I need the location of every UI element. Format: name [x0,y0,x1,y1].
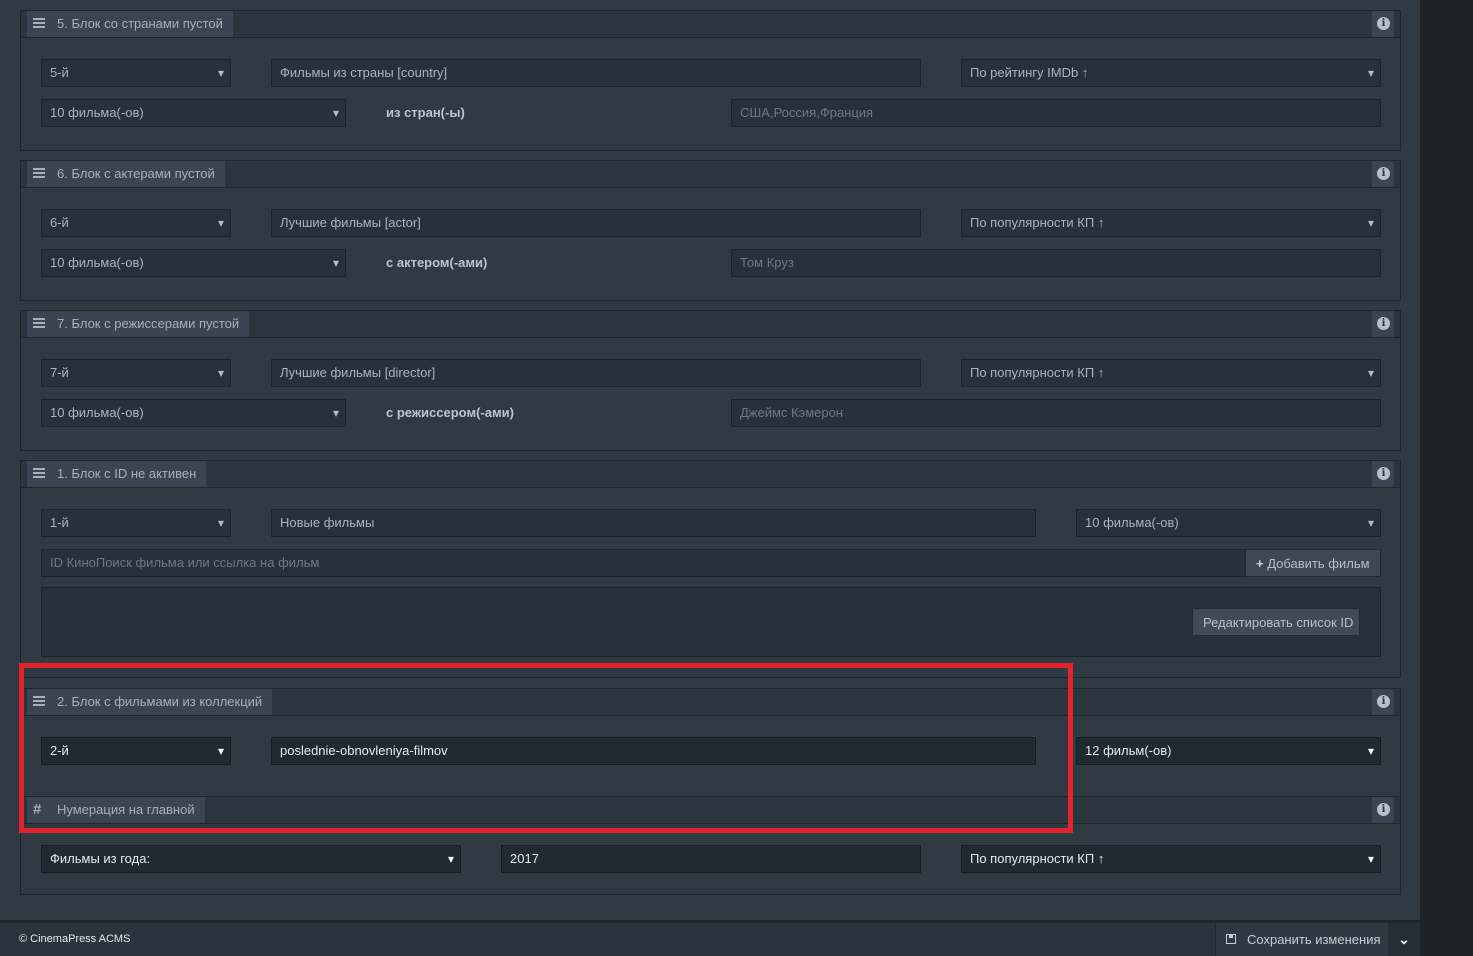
position-select[interactable]: 1-й [41,509,231,537]
panel-title-tab[interactable]: 5. Блок со странами пустой [27,11,233,37]
block-panel-directors: 7. Блок с режиссерами пустой i 7-й Лучши… [20,310,1401,451]
info-icon: i [1377,695,1390,708]
panel-title-tab[interactable]: 7. Блок с режиссерами пустой [27,311,250,337]
filter-label: из стран(-ы) [386,105,465,120]
add-film-button[interactable]: + Добавить фильм [1245,549,1381,577]
panel-header: 5. Блок со странами пустой i [21,11,1400,38]
panel-header: 6. Блок с актерами пустой i [21,161,1400,188]
filter-label: с режиссером(-ами) [386,405,514,420]
sort-select[interactable]: По популярности КП ↑ [961,359,1381,387]
id-list-area: Редактировать список ID [41,587,1381,657]
block-panel-actors: 6. Блок с актерами пустой i 6-й Лучшие ф… [20,160,1401,301]
info-button[interactable]: i [1372,11,1394,37]
info-icon: i [1377,803,1390,816]
count-select[interactable]: 10 фильма(-ов) [1076,509,1381,537]
menu-icon [33,318,45,330]
block-name-input[interactable]: Лучшие фильмы [director] [271,359,921,387]
plus-icon: + [1256,556,1264,571]
block-name-input[interactable]: Новые фильмы [271,509,1036,537]
block-panel-ids: 1. Блок с ID не активен i 1-й Новые филь… [20,460,1401,678]
count-select[interactable]: 12 фильм(-ов) [1076,737,1381,765]
info-button[interactable]: i [1372,161,1394,187]
id-input[interactable]: ID КиноПоиск фильма или ссылка на фильм [41,549,1246,577]
info-button[interactable]: i [1372,797,1394,823]
sort-select[interactable]: По рейтингу IMDb ↑ [961,59,1381,87]
copyright-text: © CinemaPress ACMS [19,933,131,945]
info-icon: i [1377,467,1390,480]
panel-title: 6. Блок с актерами пустой [57,166,215,181]
info-button[interactable]: i [1372,689,1394,715]
save-button[interactable]: Сохранить изменения [1215,923,1388,956]
position-select[interactable]: 5-й [41,59,231,87]
info-icon: i [1377,167,1390,180]
panel-title: 7. Блок с режиссерами пустой [57,316,240,331]
position-select[interactable]: 6-й [41,209,231,237]
menu-icon [33,168,45,180]
block-name-input[interactable]: Фильмы из страны [country] [271,59,921,87]
count-select[interactable]: 10 фильма(-ов) [41,399,346,427]
info-icon: i [1377,317,1390,330]
menu-icon [33,18,45,30]
edit-id-list-button[interactable]: Редактировать список ID [1192,608,1360,636]
add-film-label: Добавить фильм [1267,556,1370,571]
filter-label: с актером(-ами) [386,255,488,270]
chevron-down-icon[interactable]: ⌄ [1388,923,1420,956]
save-icon [1226,934,1236,944]
main-content: 5. Блок со странами пустой i 5-й Фильмы … [0,0,1420,920]
footer-bar: © CinemaPress ACMS Сохранить изменения ⌄ [0,922,1420,956]
panel-title: 1. Блок с ID не активен [57,466,197,481]
actors-input[interactable]: Том Круз [731,249,1381,277]
count-select[interactable]: 10 фильма(-ов) [41,249,346,277]
menu-icon [33,468,45,480]
panel-header: 1. Блок с ID не активен i [21,461,1400,488]
position-select[interactable]: 7-й [41,359,231,387]
panel-title-tab[interactable]: 6. Блок с актерами пустой [27,161,225,187]
info-button[interactable]: i [1372,311,1394,337]
info-icon: i [1377,17,1390,30]
highlight-box [19,663,1073,833]
year-input[interactable]: 2017 [501,845,921,873]
sort-select[interactable]: По популярности КП ↑ [961,845,1381,873]
right-dark-strip [1420,0,1473,955]
panel-header: 7. Блок с режиссерами пустой i [21,311,1400,338]
numbering-mode-select[interactable]: Фильмы из года: [41,845,461,873]
count-select[interactable]: 10 фильма(-ов) [41,99,346,127]
panel-title: 5. Блок со странами пустой [57,16,223,31]
directors-input[interactable]: Джеймс Кэмерон [731,399,1381,427]
sort-select[interactable]: По популярности КП ↑ [961,209,1381,237]
block-name-input[interactable]: Лучшие фильмы [actor] [271,209,921,237]
countries-input[interactable]: США,Россия,Франция [731,99,1381,127]
panel-title-tab[interactable]: 1. Блок с ID не активен [27,461,207,487]
save-label: Сохранить изменения [1247,932,1381,947]
info-button[interactable]: i [1372,461,1394,487]
block-panel-countries: 5. Блок со странами пустой i 5-й Фильмы … [20,10,1401,151]
